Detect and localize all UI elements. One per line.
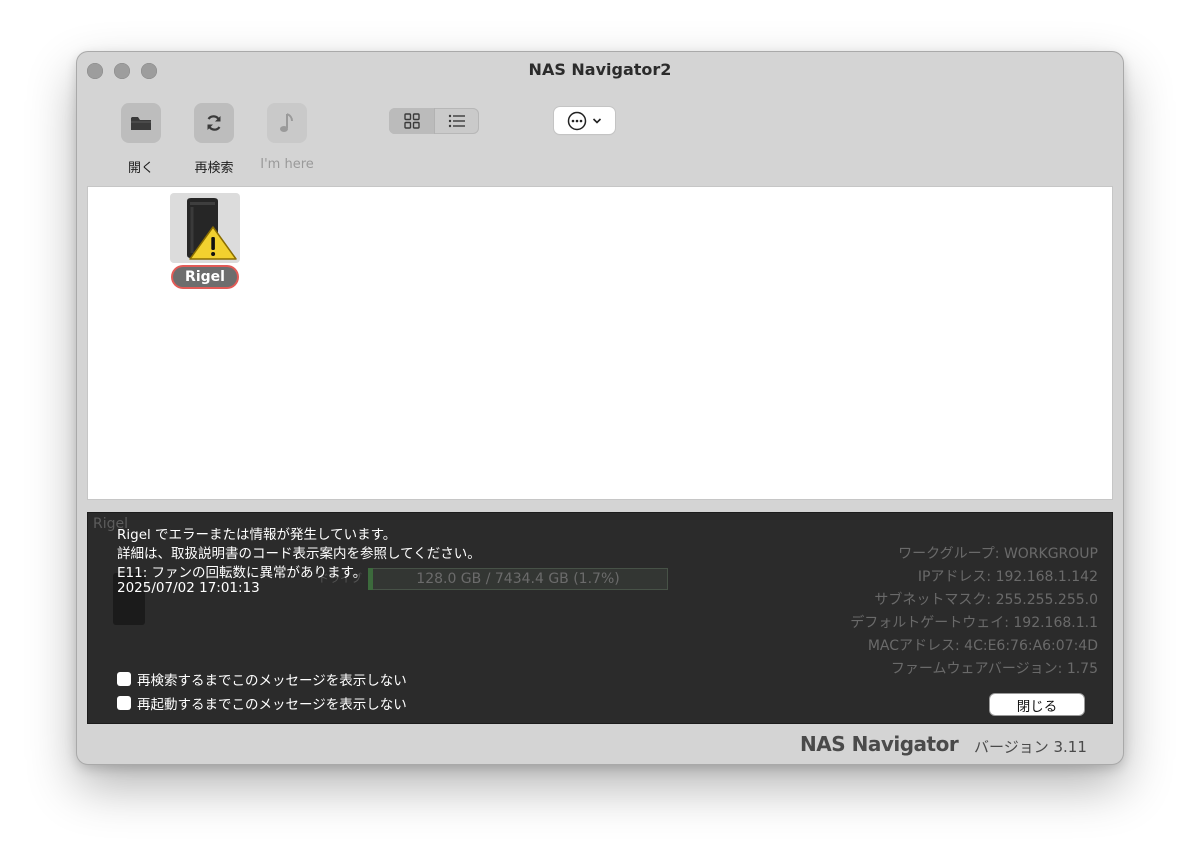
- app-window: NAS Navigator2 開く 再検索 I'm here Rigel Rig…: [77, 52, 1123, 764]
- mac-address-info: MACアドレス: 4C:E6:76:A6:07:4D: [867, 638, 1098, 654]
- more-actions-button[interactable]: [554, 107, 615, 134]
- open-button[interactable]: [121, 103, 161, 143]
- nas-device-item[interactable]: [170, 193, 240, 263]
- error-timestamp: 2025/07/02 17:01:13: [117, 580, 260, 596]
- window-title: NAS Navigator2: [528, 60, 672, 79]
- nas-device-icon: [187, 198, 237, 260]
- folder-icon: [131, 117, 151, 130]
- ip-address-info: IPアドレス: 192.168.1.142: [917, 569, 1098, 585]
- rescan-button[interactable]: [194, 103, 234, 143]
- im-here-label: I'm here: [260, 157, 314, 172]
- suppress-until-rescan-checkbox[interactable]: [117, 672, 131, 686]
- rescan-label: 再検索: [194, 161, 234, 176]
- error-message-line1: Rigel でエラーまたは情報が発生しています。: [117, 527, 397, 543]
- close-message-button[interactable]: 閉じる: [990, 694, 1084, 715]
- list-view-icon: [448, 114, 465, 128]
- music-note-icon: [280, 113, 293, 132]
- suppress-until-rescan-option[interactable]: 再検索するまでこのメッセージを表示しない: [117, 669, 407, 689]
- error-info-panel: Rigel ドライブ 128.0 GB / 7434.4 GB (1.7%) ワ…: [88, 513, 1112, 723]
- device-list-pane: Rigel: [88, 187, 1112, 499]
- nas-device-name[interactable]: Rigel: [173, 267, 237, 287]
- error-code-line: E11: ファンの回転数に異常があります。: [117, 565, 367, 581]
- list-view-button[interactable]: [435, 108, 479, 134]
- suppress-until-restart-option[interactable]: 再起動するまでこのメッセージを表示しない: [117, 693, 407, 713]
- error-message-line2: 詳細は、取扱説明書のコード表示案内を参照してください。: [117, 546, 481, 562]
- suppress-until-restart-checkbox[interactable]: [117, 696, 131, 710]
- chevron-down-icon: [592, 117, 602, 124]
- icon-view-button[interactable]: [389, 108, 434, 134]
- im-here-button[interactable]: [267, 103, 307, 143]
- open-label: 開く: [127, 161, 154, 176]
- ellipsis-circle-icon: [567, 111, 587, 130]
- version-label: バージョン 3.11: [974, 738, 1087, 756]
- workgroup-info: ワークグループ: WORKGROUP: [898, 546, 1098, 562]
- brand-logo: NAS Navigator: [800, 732, 959, 756]
- capacity-text: 128.0 GB / 7434.4 GB (1.7%): [416, 571, 620, 587]
- firmware-version-info: ファームウェアバージョン: 1.75: [890, 661, 1098, 677]
- default-gateway-info: デフォルトゲートウェイ: 192.168.1.1: [850, 615, 1098, 631]
- grid-view-icon: [403, 113, 420, 129]
- suppress-until-restart-label: 再起動するまでこのメッセージを表示しない: [137, 697, 407, 713]
- subnet-mask-info: サブネットマスク: 255.255.255.0: [874, 592, 1098, 608]
- suppress-until-rescan-label: 再検索するまでこのメッセージを表示しない: [137, 673, 407, 689]
- view-toggle: [389, 108, 479, 134]
- capacity-bar: 128.0 GB / 7434.4 GB (1.7%): [368, 568, 668, 590]
- refresh-icon: [207, 115, 221, 131]
